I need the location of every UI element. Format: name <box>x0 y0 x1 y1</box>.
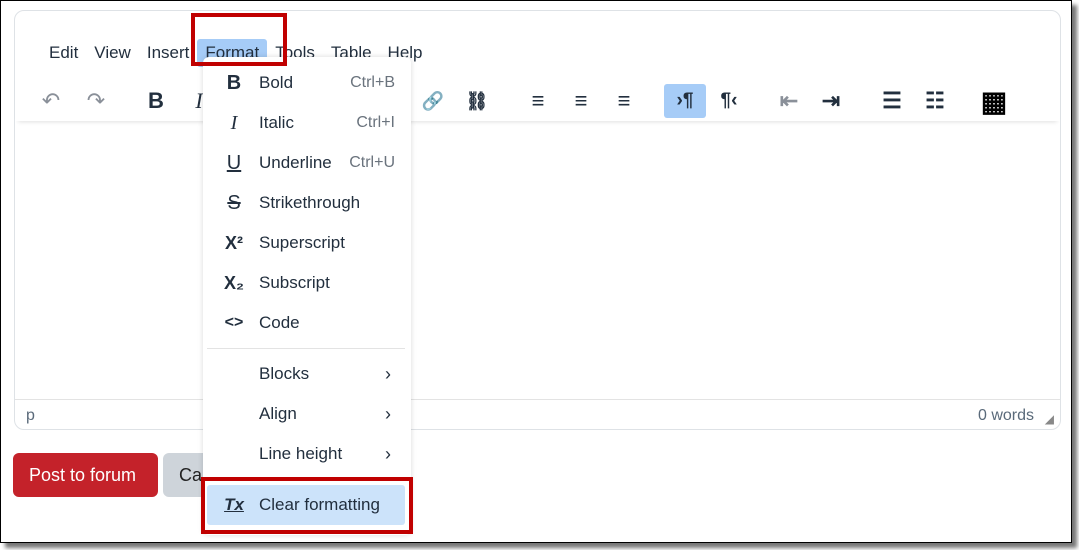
word-count[interactable]: 0 words <box>978 407 1034 425</box>
code-icon: <> <box>224 314 244 331</box>
highlight-box-clear-formatting <box>201 477 413 534</box>
indent-icon[interactable]: ⇥ <box>810 84 852 118</box>
ltr-icon[interactable]: ›¶ <box>664 84 706 118</box>
menu-item-align[interactable]: Align › <box>207 395 405 433</box>
label: Code <box>259 313 300 332</box>
shortcut: Ctrl+B <box>350 74 395 91</box>
align-center-icon[interactable]: ≡ <box>560 84 602 118</box>
shortcut: Ctrl+I <box>356 114 395 131</box>
undo-icon[interactable]: ↶ <box>30 84 72 118</box>
menu-item-bold[interactable]: B Bold Ctrl+B <box>207 64 405 102</box>
strikethrough-icon: S <box>227 192 241 214</box>
link-icon[interactable]: 🔗 <box>412 84 454 118</box>
label: Underline <box>259 153 332 172</box>
label: Italic <box>259 113 294 132</box>
label: Line height <box>259 444 343 463</box>
align-left-icon[interactable]: ≡ <box>517 84 559 118</box>
menu-item-blocks[interactable]: Blocks › <box>207 355 405 393</box>
rich-text-editor: Edit View Insert Format Tools Table Help… <box>14 10 1061 430</box>
label: Blocks <box>259 364 310 383</box>
calculator-icon[interactable]: ▦ <box>973 84 1015 118</box>
label: Subscript <box>259 273 330 292</box>
chevron-right-icon: › <box>385 404 391 424</box>
post-to-forum-button[interactable]: Post to forum <box>13 453 158 497</box>
chevron-right-icon: › <box>385 364 391 384</box>
label: Strikethrough <box>259 193 361 212</box>
menu-item-strikethrough[interactable]: S Strikethrough <box>207 184 405 222</box>
menu-item-code[interactable]: <> Code <box>207 304 405 342</box>
toolbar: ↶ ↷ B I 🔗 ⛓ ≡ ≡ ≡ ›¶ ¶‹ ⇤ ⇥ ☰ ☷ ▦ <box>15 71 1060 121</box>
subscript-icon: X₂ <box>223 273 244 293</box>
bullet-list-icon[interactable]: ☰ <box>871 84 913 118</box>
align-right-icon[interactable]: ≡ <box>603 84 645 118</box>
menu-insert[interactable]: Insert <box>139 39 198 67</box>
italic-icon: I <box>230 112 238 134</box>
menu-separator <box>207 348 405 349</box>
status-bar: p 0 words ◢ <box>15 399 1060 430</box>
bold-icon[interactable]: B <box>135 84 177 118</box>
menu-item-underline[interactable]: U Underline Ctrl+U <box>207 144 405 182</box>
label: Superscript <box>259 233 345 252</box>
format-menu: B Bold Ctrl+B I Italic Ctrl+I U Underline Ctrl… <box>203 57 411 535</box>
underline-icon: U <box>226 152 242 174</box>
menu-view[interactable]: View <box>86 39 139 67</box>
menu-edit[interactable]: Edit <box>41 39 86 67</box>
rtl-icon[interactable]: ¶‹ <box>708 84 750 118</box>
highlight-box-format <box>191 13 287 66</box>
element-path[interactable]: p <box>26 407 35 425</box>
unlink-icon[interactable]: ⛓ <box>456 84 498 118</box>
menu-item-line-height[interactable]: Line height › <box>207 435 405 473</box>
resize-handle-icon[interactable]: ◢ <box>1045 412 1054 426</box>
chevron-right-icon: › <box>385 444 391 464</box>
redo-icon[interactable]: ↷ <box>75 84 117 118</box>
superscript-icon: X² <box>225 233 243 253</box>
menu-item-italic[interactable]: I Italic Ctrl+I <box>207 104 405 142</box>
label: Align <box>259 404 297 423</box>
menu-item-subscript[interactable]: X₂ Subscript <box>207 264 405 302</box>
outdent-icon[interactable]: ⇤ <box>768 84 810 118</box>
label: Bold <box>259 73 294 92</box>
shortcut: Ctrl+U <box>349 154 395 171</box>
menu-item-superscript[interactable]: X² Superscript <box>207 224 405 262</box>
bold-icon: B <box>226 72 242 94</box>
numbered-list-icon[interactable]: ☷ <box>914 84 956 118</box>
